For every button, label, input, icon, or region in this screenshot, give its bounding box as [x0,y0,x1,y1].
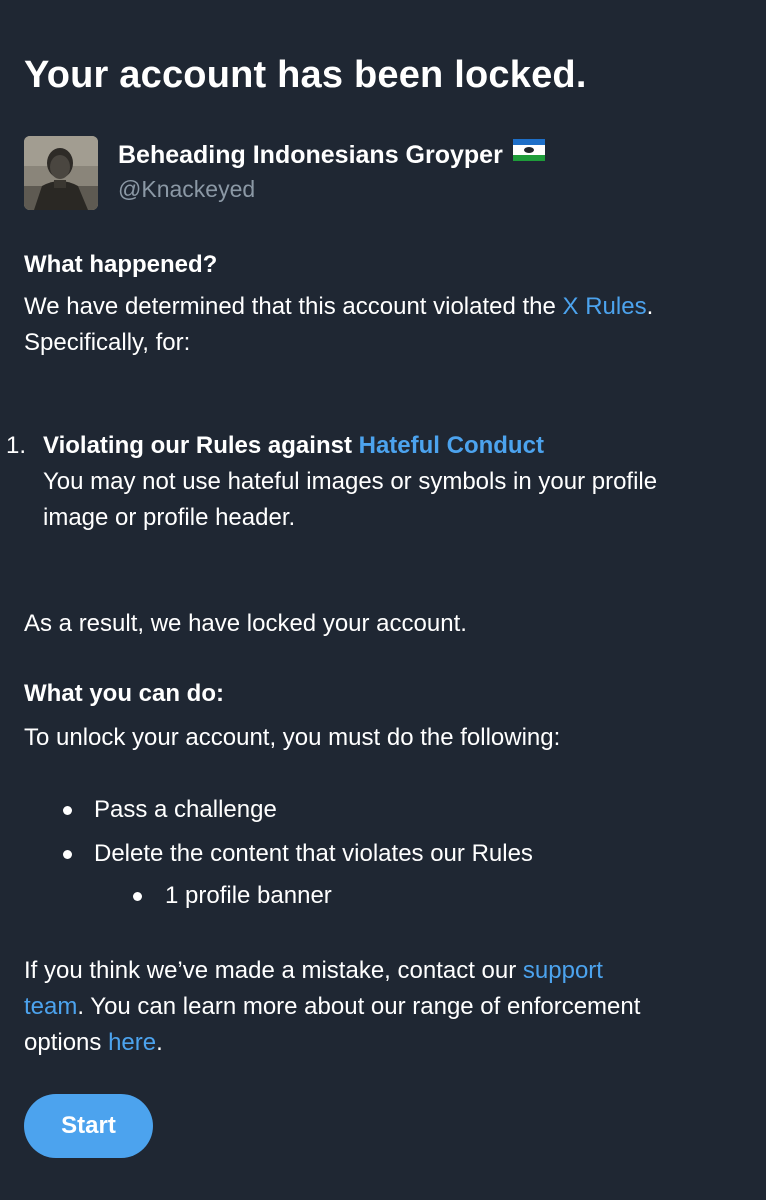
mistake-text: If you think we’ve made a mistake, conta… [24,953,754,1061]
mistake-line3: options [24,1029,109,1056]
unlock-intro-text: To unlock your account, you must do the … [24,724,561,751]
page-title: Your account has been locked. [24,54,587,96]
support-team-link[interactable]: team [24,993,77,1020]
what-happened-line1: We have determined that this account vio… [24,293,563,320]
what-happened-line2: Specifically, for: [24,329,191,356]
violation-number: 1. [6,432,27,459]
step-item: Delete the content that violates our Rul… [94,840,533,867]
sub-step-item: 1 profile banner [165,882,332,909]
what-you-can-do-heading: What you can do: [24,680,224,707]
x-rules-link[interactable]: X Rules [563,293,647,320]
display-name: Beheading Indonesians Groyper [118,139,545,172]
mistake-line2: . You can learn more about our range of … [77,993,641,1020]
mistake-line3-end: . [156,1029,163,1056]
step-item: Pass a challenge [94,796,277,823]
violation-description: You may not use hateful images or symbol… [43,468,658,531]
start-button[interactable]: Start [24,1094,153,1158]
avatar-photo-icon [24,136,98,210]
support-link[interactable]: support [523,957,603,984]
bullet-icon [63,850,72,859]
account-card: Beheading Indonesians Groyper @Knackeyed [24,136,724,212]
flag-emoji-icon [512,137,545,169]
result-text: As a result, we have locked your account… [24,610,467,637]
what-happened-line1-end: . [646,293,654,320]
here-link[interactable]: here [108,1029,156,1056]
mistake-line1: If you think we’ve made a mistake, conta… [24,957,523,984]
bullet-icon [133,892,142,901]
account-handle: @Knackeyed [118,176,256,202]
violation-title: Violating our Rules against Hateful Cond… [43,428,544,464]
what-happened-text: We have determined that this account vio… [24,289,749,361]
avatar [24,136,98,210]
hateful-conduct-link[interactable]: Hateful Conduct [359,432,544,459]
locked-account-page: Your account has been locked. Beheading … [0,0,766,1200]
bullet-icon [63,806,72,815]
violation-title-text: Violating our Rules against [43,432,359,459]
display-name-text: Beheading Indonesians Groyper [118,141,503,169]
what-happened-heading: What happened? [24,251,218,278]
